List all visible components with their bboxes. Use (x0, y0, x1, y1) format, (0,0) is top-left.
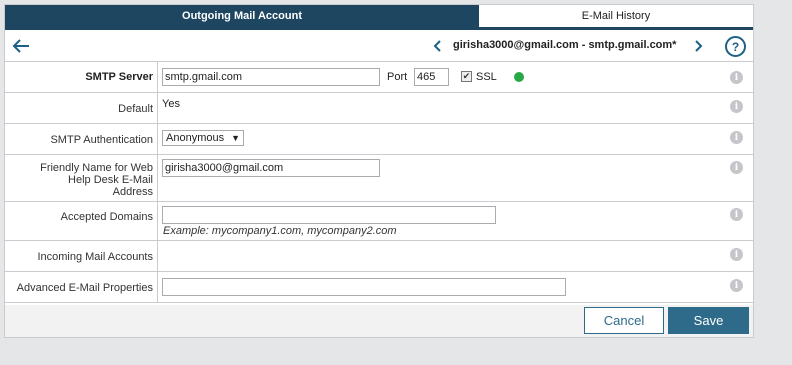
status-ok-icon (514, 72, 524, 82)
port-input[interactable] (414, 68, 449, 86)
info-icon[interactable]: i (730, 279, 743, 292)
ssl-checkbox[interactable]: ✔ (461, 71, 472, 82)
row-default: Default Yes i (5, 93, 753, 124)
row-smtp-server: SMTP Server Port ✔ SSL i (5, 62, 753, 93)
toolbar: girisha3000@gmail.com - smtp.gmail.com* … (5, 30, 753, 62)
save-button[interactable]: Save (668, 307, 749, 334)
advanced-properties-label: Advanced E-Mail Properties (5, 272, 158, 302)
mail-account-panel: Outgoing Mail Account E-Mail History gir… (4, 4, 754, 338)
info-icon[interactable]: i (730, 248, 743, 261)
default-value: Yes (162, 98, 180, 110)
smtp-auth-label: SMTP Authentication (5, 124, 158, 154)
port-label: Port (387, 71, 408, 83)
tab-outgoing-mail-account[interactable]: Outgoing Mail Account (5, 5, 479, 27)
help-icon[interactable]: ? (725, 36, 746, 57)
row-incoming-mail-accounts: Incoming Mail Accounts i (5, 241, 753, 272)
smtp-server-label: SMTP Server (5, 62, 158, 92)
friendly-name-label: Friendly Name for Web Help Desk E-Mail A… (5, 155, 158, 201)
dropdown-arrow-icon: ▼ (231, 133, 240, 143)
info-icon[interactable]: i (730, 161, 743, 174)
incoming-accounts-label: Incoming Mail Accounts (5, 241, 158, 271)
ssl-label: SSL (476, 71, 497, 83)
accepted-domains-label: Accepted Domains (5, 202, 158, 240)
info-icon[interactable]: i (730, 208, 743, 221)
chevron-left-icon[interactable] (430, 38, 444, 54)
friendly-name-input[interactable] (162, 159, 380, 177)
row-friendly-name: Friendly Name for Web Help Desk E-Mail A… (5, 155, 753, 202)
tab-email-history[interactable]: E-Mail History (479, 5, 753, 27)
default-label: Default (5, 93, 158, 123)
info-icon[interactable]: i (730, 131, 743, 144)
tab-bar: Outgoing Mail Account E-Mail History (5, 5, 753, 27)
cancel-button[interactable]: Cancel (584, 307, 664, 334)
accepted-domains-example: Example: mycompany1.com, mycompany2.com (163, 225, 397, 237)
form-footer: Cancel Save (5, 305, 753, 337)
account-form: SMTP Server Port ✔ SSL i Default Yes i S… (5, 62, 753, 303)
smtp-auth-select[interactable]: Anonymous ▼ (162, 130, 244, 146)
smtp-auth-value: Anonymous (166, 132, 225, 144)
info-icon[interactable]: i (730, 100, 743, 113)
accepted-domains-input[interactable] (162, 206, 496, 224)
row-advanced-properties: Advanced E-Mail Properties i (5, 272, 753, 303)
advanced-properties-input[interactable] (162, 278, 566, 296)
info-icon[interactable]: i (730, 71, 743, 84)
smtp-server-input[interactable] (162, 68, 380, 86)
row-accepted-domains: Accepted Domains Example: mycompany1.com… (5, 202, 753, 241)
account-title: girisha3000@gmail.com - smtp.gmail.com* (453, 39, 677, 51)
row-smtp-authentication: SMTP Authentication Anonymous ▼ i (5, 124, 753, 155)
chevron-right-icon[interactable] (692, 38, 706, 54)
arrow-left-icon[interactable] (11, 37, 31, 55)
